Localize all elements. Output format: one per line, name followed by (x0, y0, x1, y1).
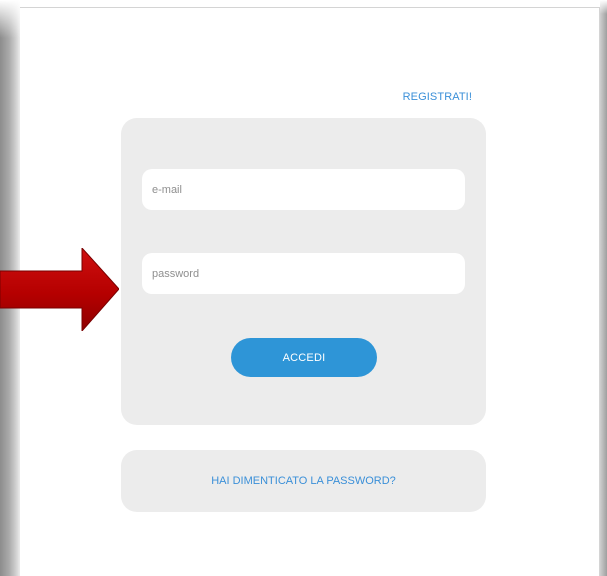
login-form: ACCEDI (121, 118, 486, 425)
login-button[interactable]: ACCEDI (231, 338, 377, 377)
forgot-password-link[interactable]: HAI DIMENTICATO LA PASSWORD? (211, 475, 396, 487)
password-field[interactable] (142, 253, 465, 294)
page-shadow-left-fade (0, 0, 22, 38)
forgot-password-box: HAI DIMENTICATO LA PASSWORD? (121, 450, 486, 512)
email-field[interactable] (142, 169, 465, 210)
register-link[interactable]: REGISTRATI! (382, 91, 472, 103)
red-arrow-right-icon (0, 248, 119, 331)
page-shadow-right (600, 0, 607, 576)
